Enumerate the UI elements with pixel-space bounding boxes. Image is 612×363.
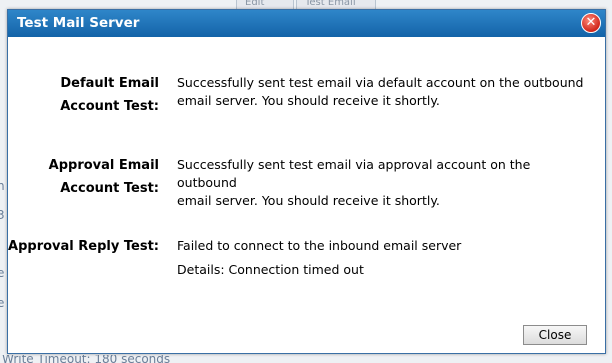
dialog-title: Test Mail Server — [17, 15, 140, 31]
background-fragment: 3 — [0, 208, 5, 222]
row-label-line: Account Test: — [60, 181, 159, 196]
test-mail-server-dialog: Test Mail Server ✕ Default Email Account… — [7, 9, 606, 354]
row-value-line: email server. You should receive it shor… — [177, 93, 440, 108]
row-label-line: Approval Reply Test: — [8, 239, 159, 254]
row-value-line: Successfully sent test email via default… — [177, 75, 584, 90]
row-label-line: Account Test: — [60, 99, 159, 114]
row-value: Successfully sent test email via approva… — [177, 156, 587, 210]
row-label-line: Default Email — [60, 76, 159, 91]
row-value-line: email server. You should receive it shor… — [177, 193, 440, 208]
row-label-line: Approval Email — [48, 158, 159, 173]
row-label: Approval Reply Test: — [0, 235, 159, 258]
background-fragment: e — [0, 266, 5, 280]
background-footer-text: Write Timeout: 180 seconds — [2, 355, 171, 363]
close-icon[interactable]: ✕ — [581, 13, 601, 33]
row-label: Approval Email Account Test: — [0, 154, 159, 200]
background-fragment: e — [0, 296, 5, 310]
close-button[interactable]: Close — [523, 325, 587, 345]
row-label: Default Email Account Test: — [0, 72, 159, 118]
row-value-line: Details: Connection timed out — [177, 262, 364, 277]
row-value-line: Failed to connect to the inbound email s… — [177, 238, 462, 253]
row-value-line: Successfully sent test email via approva… — [177, 157, 531, 190]
row-value: Failed to connect to the inbound email s… — [177, 237, 587, 279]
row-value: Successfully sent test email via default… — [177, 74, 587, 110]
dialog-titlebar: Test Mail Server ✕ — [8, 10, 605, 37]
